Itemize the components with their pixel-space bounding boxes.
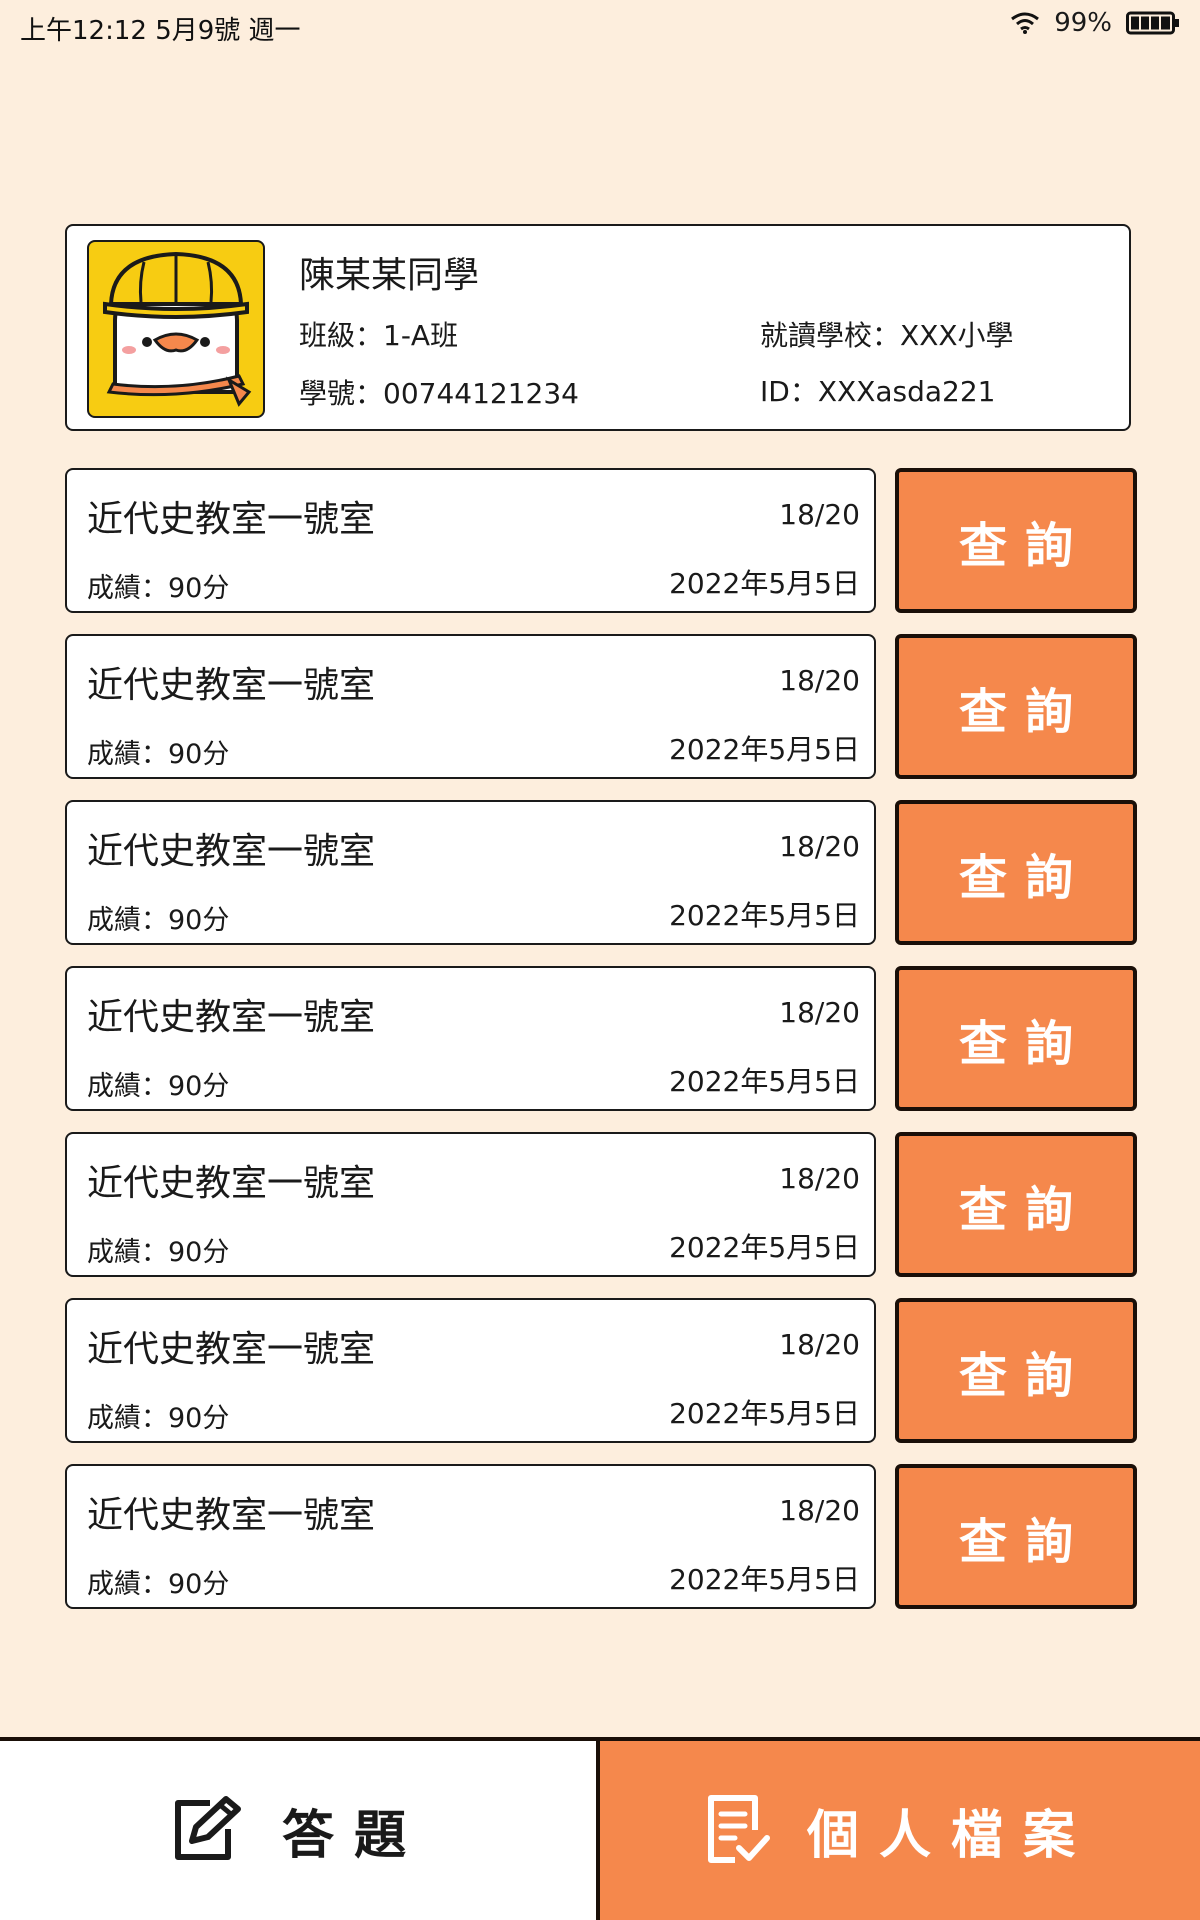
battery-percent: 99% — [1054, 8, 1112, 38]
record-title: 近代史教室一號室 — [87, 1163, 376, 1204]
record-card[interactable]: 近代史教室一號室 18/20 成績：90分 2022年5月5日 — [65, 966, 876, 1111]
record-date: 2022年5月5日 — [669, 1231, 860, 1264]
record-row: 近代史教室一號室 18/20 成績：90分 2022年5月5日 查詢 — [65, 468, 1137, 613]
record-score: 18/20 — [779, 1494, 860, 1527]
avatar — [87, 240, 265, 418]
record-date: 2022年5月5日 — [669, 567, 860, 600]
record-card[interactable]: 近代史教室一號室 18/20 成績：90分 2022年5月5日 — [65, 1298, 876, 1443]
record-row: 近代史教室一號室 18/20 成績：90分 2022年5月5日 查詢 — [65, 1132, 1137, 1277]
record-row: 近代史教室一號室 18/20 成績：90分 2022年5月5日 查詢 — [65, 966, 1137, 1111]
record-card[interactable]: 近代史教室一號室 18/20 成績：90分 2022年5月5日 — [65, 800, 876, 945]
id-label: ID： — [760, 375, 818, 408]
records-list: 近代史教室一號室 18/20 成績：90分 2022年5月5日 查詢 近代史教室… — [65, 468, 1137, 1630]
record-score: 18/20 — [779, 1162, 860, 1195]
record-grade: 成績：90分 — [87, 1569, 230, 1600]
query-button[interactable]: 查詢 — [895, 966, 1137, 1111]
id-value: XXXasda221 — [817, 375, 996, 408]
bottom-nav: 答題 個人檔案 — [0, 1737, 1200, 1920]
query-button[interactable]: 查詢 — [895, 468, 1137, 613]
status-time: 上午12:12 5月9號 週一 — [20, 16, 301, 46]
record-score: 18/20 — [779, 1328, 860, 1361]
query-button[interactable]: 查詢 — [895, 800, 1137, 945]
record-row: 近代史教室一號室 18/20 成績：90分 2022年5月5日 查詢 — [65, 1298, 1137, 1443]
student-number-value: 00744121234 — [383, 377, 579, 410]
record-card[interactable]: 近代史教室一號室 18/20 成績：90分 2022年5月5日 — [65, 1132, 876, 1277]
school-value: XXX小學 — [900, 319, 1014, 352]
student-number-label: 學號： — [299, 377, 384, 410]
wifi-icon — [1010, 11, 1040, 35]
record-score: 18/20 — [779, 996, 860, 1029]
duck-avatar-icon — [103, 251, 252, 407]
record-title: 近代史教室一號室 — [87, 831, 376, 872]
record-card[interactable]: 近代史教室一號室 18/20 成績：90分 2022年5月5日 — [65, 634, 876, 779]
school-label: 就讀學校： — [760, 319, 901, 352]
nav-answer-label: 答題 — [281, 1806, 426, 1866]
edit-icon — [170, 1795, 246, 1867]
battery-icon — [1126, 11, 1180, 35]
nav-profile-button[interactable]: 個人檔案 — [600, 1741, 1200, 1920]
query-button[interactable]: 查詢 — [895, 1464, 1137, 1609]
record-score: 18/20 — [779, 830, 860, 863]
document-check-icon — [705, 1794, 771, 1868]
record-grade: 成績：90分 — [87, 739, 230, 770]
record-title: 近代史教室一號室 — [87, 1329, 376, 1370]
record-date: 2022年5月5日 — [669, 899, 860, 932]
record-date: 2022年5月5日 — [669, 1065, 860, 1098]
record-date: 2022年5月5日 — [669, 1397, 860, 1430]
record-title: 近代史教室一號室 — [87, 1495, 376, 1536]
record-score: 18/20 — [779, 498, 860, 531]
record-score: 18/20 — [779, 664, 860, 697]
id-info: ID：XXXasda221 — [760, 370, 996, 410]
status-right: 99% — [1010, 8, 1180, 38]
record-card[interactable]: 近代史教室一號室 18/20 成績：90分 2022年5月5日 — [65, 468, 876, 613]
record-row: 近代史教室一號室 18/20 成績：90分 2022年5月5日 查詢 — [65, 800, 1137, 945]
record-grade: 成績：90分 — [87, 573, 230, 604]
record-row: 近代史教室一號室 18/20 成績：90分 2022年5月5日 查詢 — [65, 1464, 1137, 1609]
student-number-info: 學號：00744121234 — [299, 372, 579, 412]
query-button[interactable]: 查詢 — [895, 1298, 1137, 1443]
class-value: 1-A班 — [383, 319, 459, 352]
query-button[interactable]: 查詢 — [895, 1132, 1137, 1277]
record-date: 2022年5月5日 — [669, 1563, 860, 1596]
nav-answer-button[interactable]: 答題 — [0, 1741, 600, 1920]
record-title: 近代史教室一號室 — [87, 499, 376, 540]
record-grade: 成績：90分 — [87, 1403, 230, 1434]
query-button[interactable]: 查詢 — [895, 634, 1137, 779]
record-title: 近代史教室一號室 — [87, 997, 376, 1038]
status-bar: 上午12:12 5月9號 週一 99% — [0, 0, 1200, 50]
record-grade: 成績：90分 — [87, 905, 230, 936]
record-grade: 成績：90分 — [87, 1071, 230, 1102]
nav-profile-label: 個人檔案 — [806, 1806, 1095, 1866]
class-label: 班級： — [299, 319, 384, 352]
school-info: 就讀學校：XXX小學 — [760, 314, 1014, 354]
record-row: 近代史教室一號室 18/20 成績：90分 2022年5月5日 查詢 — [65, 634, 1137, 779]
record-grade: 成績：90分 — [87, 1237, 230, 1268]
record-date: 2022年5月5日 — [669, 733, 860, 766]
record-title: 近代史教室一號室 — [87, 665, 376, 706]
student-name: 陳某某同學 — [299, 255, 480, 296]
record-card[interactable]: 近代史教室一號室 18/20 成績：90分 2022年5月5日 — [65, 1464, 876, 1609]
profile-card: 陳某某同學 班級：1-A班 就讀學校：XXX小學 學號：00744121234 … — [65, 224, 1131, 431]
class-info: 班級：1-A班 — [299, 314, 458, 354]
